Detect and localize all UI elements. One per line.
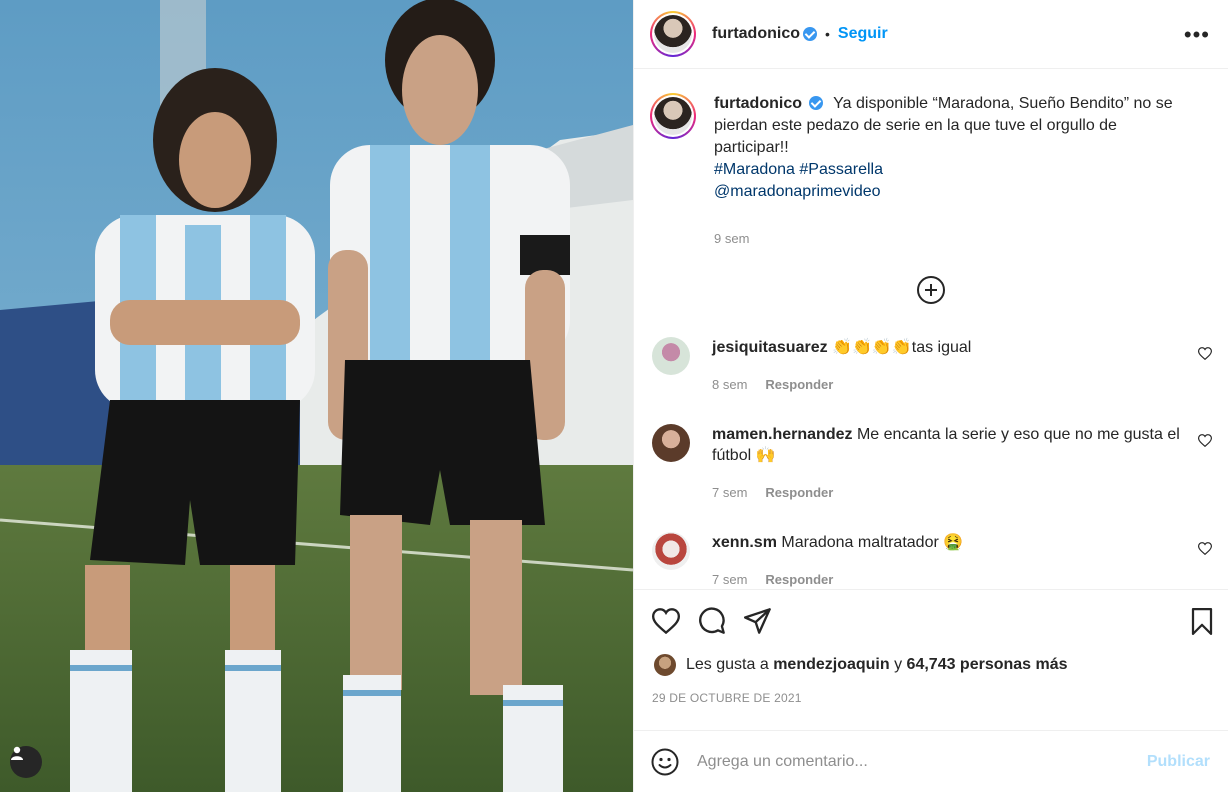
comment-item: xenn.sm Maradona maltratador 🤮 7 sem Resp… bbox=[650, 532, 1212, 589]
emoji-icon[interactable] bbox=[651, 748, 679, 776]
liker-username[interactable]: mendezjoaquin bbox=[773, 656, 889, 674]
author-username[interactable]: furtadonico bbox=[712, 25, 800, 43]
author-avatar[interactable] bbox=[650, 11, 696, 57]
save-icon[interactable] bbox=[1190, 608, 1214, 635]
likes-count[interactable]: 64,743 personas más bbox=[907, 656, 1068, 674]
load-more-icon[interactable] bbox=[917, 276, 945, 304]
header-separator: • bbox=[825, 26, 830, 42]
comment-avatar[interactable] bbox=[652, 337, 690, 375]
post-side-panel: furtadonico • Seguir ••• furtadonico Ya … bbox=[633, 0, 1228, 792]
verified-icon bbox=[803, 27, 817, 41]
like-comment-heart-icon[interactable] bbox=[1198, 542, 1212, 555]
photo-illustration bbox=[0, 0, 633, 792]
comment-time: 8 sem bbox=[712, 377, 748, 392]
comment-username[interactable]: xenn.sm bbox=[712, 534, 777, 551]
verified-icon bbox=[809, 96, 823, 110]
comment-time: 7 sem bbox=[712, 485, 748, 500]
share-icon[interactable] bbox=[744, 607, 772, 634]
like-comment-heart-icon[interactable] bbox=[1198, 434, 1212, 447]
post-actions-bar bbox=[634, 589, 1228, 651]
user-tag-icon bbox=[11, 746, 23, 760]
more-options-icon[interactable]: ••• bbox=[1184, 22, 1210, 48]
follow-button[interactable]: Seguir bbox=[838, 25, 888, 43]
likes-prefix: Les gusta a bbox=[686, 656, 769, 673]
like-comment-heart-icon[interactable] bbox=[1198, 347, 1212, 360]
comment-avatar[interactable] bbox=[652, 424, 690, 462]
reply-button[interactable]: Responder bbox=[765, 377, 833, 392]
post-photo[interactable] bbox=[0, 0, 633, 792]
comment-input[interactable] bbox=[697, 752, 1147, 771]
instagram-post-modal: furtadonico • Seguir ••• furtadonico Ya … bbox=[0, 0, 1228, 792]
reply-button[interactable]: Responder bbox=[765, 572, 833, 587]
caption-mention[interactable]: @maradonaprimevideo bbox=[714, 181, 1184, 203]
publish-button[interactable]: Publicar bbox=[1147, 753, 1210, 771]
caption-hashtags[interactable]: #Maradona #Passarella bbox=[714, 159, 1184, 181]
add-comment-bar: Publicar bbox=[633, 730, 1228, 792]
post-header: furtadonico • Seguir ••• bbox=[634, 0, 1228, 69]
likes-conj: y bbox=[894, 656, 903, 673]
comment-item: mamen.hernandez Me encanta la serie y es… bbox=[650, 424, 1212, 503]
comments-scroll-area[interactable]: furtadonico Ya disponible “Maradona, Sue… bbox=[634, 69, 1228, 589]
load-more-comments[interactable] bbox=[634, 276, 1228, 304]
heart-icon[interactable] bbox=[652, 607, 680, 634]
comment-time: 7 sem bbox=[712, 572, 748, 587]
caption-avatar[interactable] bbox=[650, 93, 696, 139]
liker-avatar[interactable] bbox=[652, 652, 678, 678]
comment-username[interactable]: jesiquitasuarez bbox=[712, 339, 828, 356]
caption-time: 9 sem bbox=[714, 231, 750, 246]
comment-text: Maradona maltratador 🤮 bbox=[781, 534, 964, 551]
post-caption: furtadonico Ya disponible “Maradona, Sue… bbox=[634, 69, 1228, 250]
likes-summary: Les gusta a mendezjoaquin y 64,743 perso… bbox=[634, 651, 1228, 679]
comment-icon[interactable] bbox=[698, 606, 726, 635]
comment-username[interactable]: mamen.hernandez bbox=[712, 426, 852, 443]
post-date: 29 DE OCTUBRE DE 2021 bbox=[652, 691, 802, 705]
user-tag-button[interactable] bbox=[10, 746, 42, 778]
reply-button[interactable]: Responder bbox=[765, 485, 833, 500]
caption-username[interactable]: furtadonico bbox=[714, 95, 802, 112]
comment-text: 👏👏👏👏tas igual bbox=[832, 339, 972, 356]
comment-avatar[interactable] bbox=[652, 532, 690, 570]
comment-item: jesiquitasuarez 👏👏👏👏tas igual 8 sem Respo… bbox=[650, 337, 1212, 395]
